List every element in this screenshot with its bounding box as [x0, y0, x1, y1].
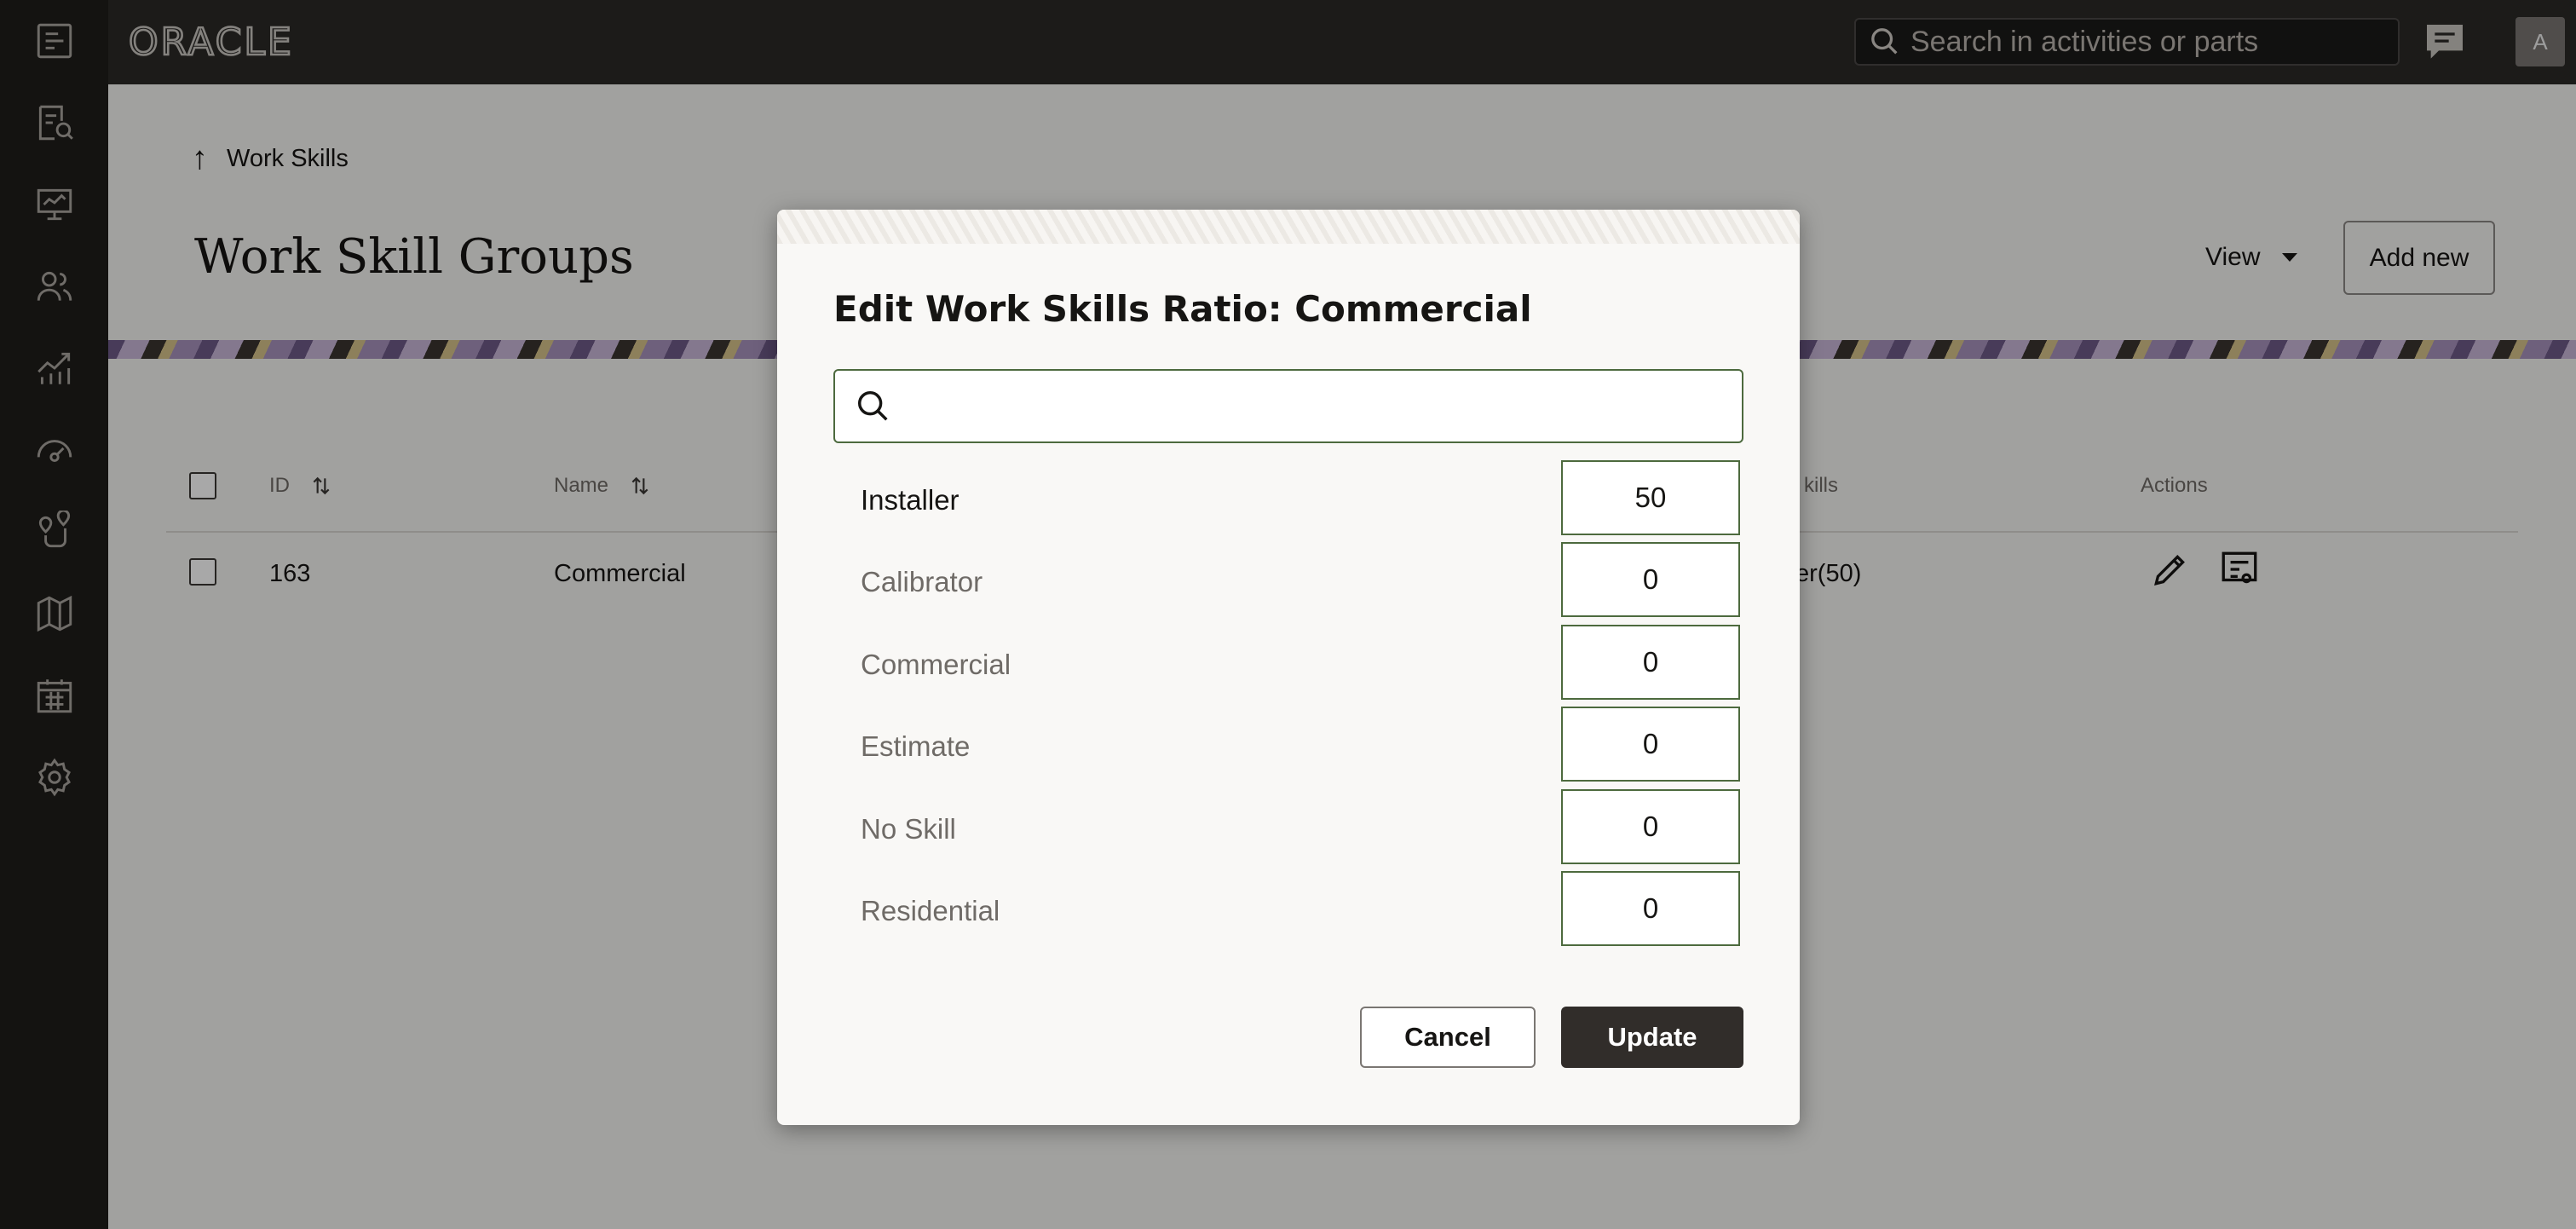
- search-icon: [857, 390, 888, 421]
- skill-label-installer: Installer: [861, 484, 960, 516]
- skill-ratio-input-estimate[interactable]: [1561, 707, 1740, 782]
- update-button[interactable]: Update: [1561, 1007, 1743, 1068]
- skill-label-estimate: Estimate: [861, 730, 971, 762]
- skill-search-field[interactable]: [833, 369, 1743, 443]
- skill-ratio-input-installer[interactable]: [1561, 460, 1740, 535]
- skill-search-input[interactable]: [903, 380, 1742, 432]
- edit-work-skills-ratio-dialog: Edit Work Skills Ratio: Commercial Insta…: [777, 210, 1800, 1125]
- skill-label-no-skill: No Skill: [861, 813, 956, 845]
- skill-label-commercial: Commercial: [861, 649, 1011, 680]
- skill-ratio-input-calibrator[interactable]: [1561, 542, 1740, 617]
- skill-label-calibrator: Calibrator: [861, 566, 983, 597]
- skill-label-residential: Residential: [861, 895, 1000, 926]
- skill-ratio-input-no-skill[interactable]: [1561, 789, 1740, 864]
- cancel-button[interactable]: Cancel: [1360, 1007, 1536, 1068]
- skill-ratio-input-residential[interactable]: [1561, 871, 1740, 946]
- skill-ratio-input-commercial[interactable]: [1561, 625, 1740, 700]
- dialog-header-texture: [777, 210, 1800, 244]
- dialog-title: Edit Work Skills Ratio: Commercial: [833, 288, 1532, 330]
